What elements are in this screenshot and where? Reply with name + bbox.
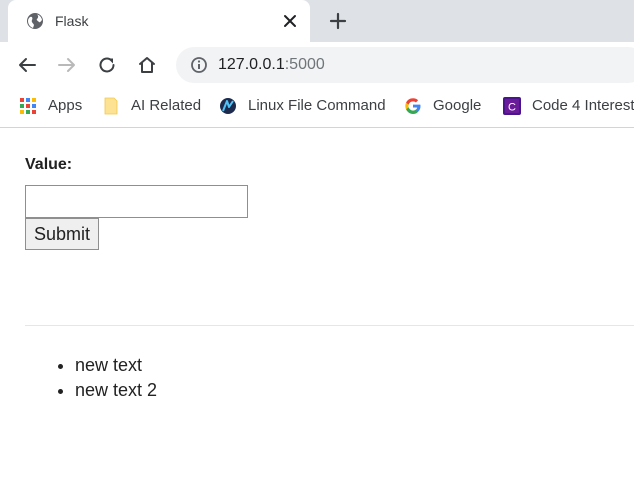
home-icon[interactable] xyxy=(136,54,158,76)
linux-site-icon xyxy=(220,98,236,114)
page-content: Value: Submit new text new text 2 xyxy=(0,129,634,503)
bookmark-apps[interactable]: Apps xyxy=(19,96,82,116)
item-list: new text new text 2 xyxy=(75,353,157,403)
tab-strip: Flask xyxy=(0,0,634,42)
divider xyxy=(25,325,634,326)
url-host: 127.0.0.1 xyxy=(218,56,285,73)
google-icon xyxy=(405,98,421,114)
forward-arrow-icon[interactable] xyxy=(56,54,78,76)
back-arrow-icon[interactable] xyxy=(16,54,38,76)
svg-text:C: C xyxy=(508,102,516,114)
new-tab-plus-icon[interactable] xyxy=(328,11,348,31)
close-icon[interactable] xyxy=(281,12,299,30)
bookmarks-bar: Apps AI Related Linux File Command Googl… xyxy=(0,88,634,128)
apps-grid-icon xyxy=(20,98,36,114)
bookmark-ai-related[interactable]: AI Related xyxy=(102,96,201,116)
url-text: 127.0.0.1:5000 xyxy=(218,55,325,75)
info-icon[interactable] xyxy=(190,56,208,74)
bookmark-label: Apps xyxy=(48,97,83,114)
list-item: new text xyxy=(75,353,157,378)
url-port: :5000 xyxy=(284,56,325,73)
submit-button[interactable]: Submit xyxy=(25,218,99,250)
value-label: Value: xyxy=(25,156,73,173)
bookmark-linux-file-command[interactable]: Linux File Command xyxy=(219,96,386,116)
tab-title: Flask xyxy=(55,13,89,29)
address-bar[interactable]: 127.0.0.1:5000 xyxy=(176,47,634,83)
globe-icon xyxy=(27,13,43,29)
bookmark-google[interactable]: Google xyxy=(404,96,481,116)
bookmark-label: Code 4 Interest xyxy=(532,97,634,114)
bookmark-label: Linux File Command xyxy=(248,97,386,114)
bookmark-label: Google xyxy=(433,97,482,114)
browser-toolbar: 127.0.0.1:5000 xyxy=(0,42,634,88)
tab-flask[interactable]: Flask xyxy=(8,0,310,42)
list-item: new text 2 xyxy=(75,378,157,403)
bookmark-label: AI Related xyxy=(131,97,202,114)
code4interest-icon: C xyxy=(503,97,521,115)
bookmark-code-4-interest[interactable]: C Code 4 Interest xyxy=(503,96,634,116)
value-input[interactable] xyxy=(25,185,248,218)
reload-icon[interactable] xyxy=(96,54,118,76)
folder-icon xyxy=(104,97,118,115)
